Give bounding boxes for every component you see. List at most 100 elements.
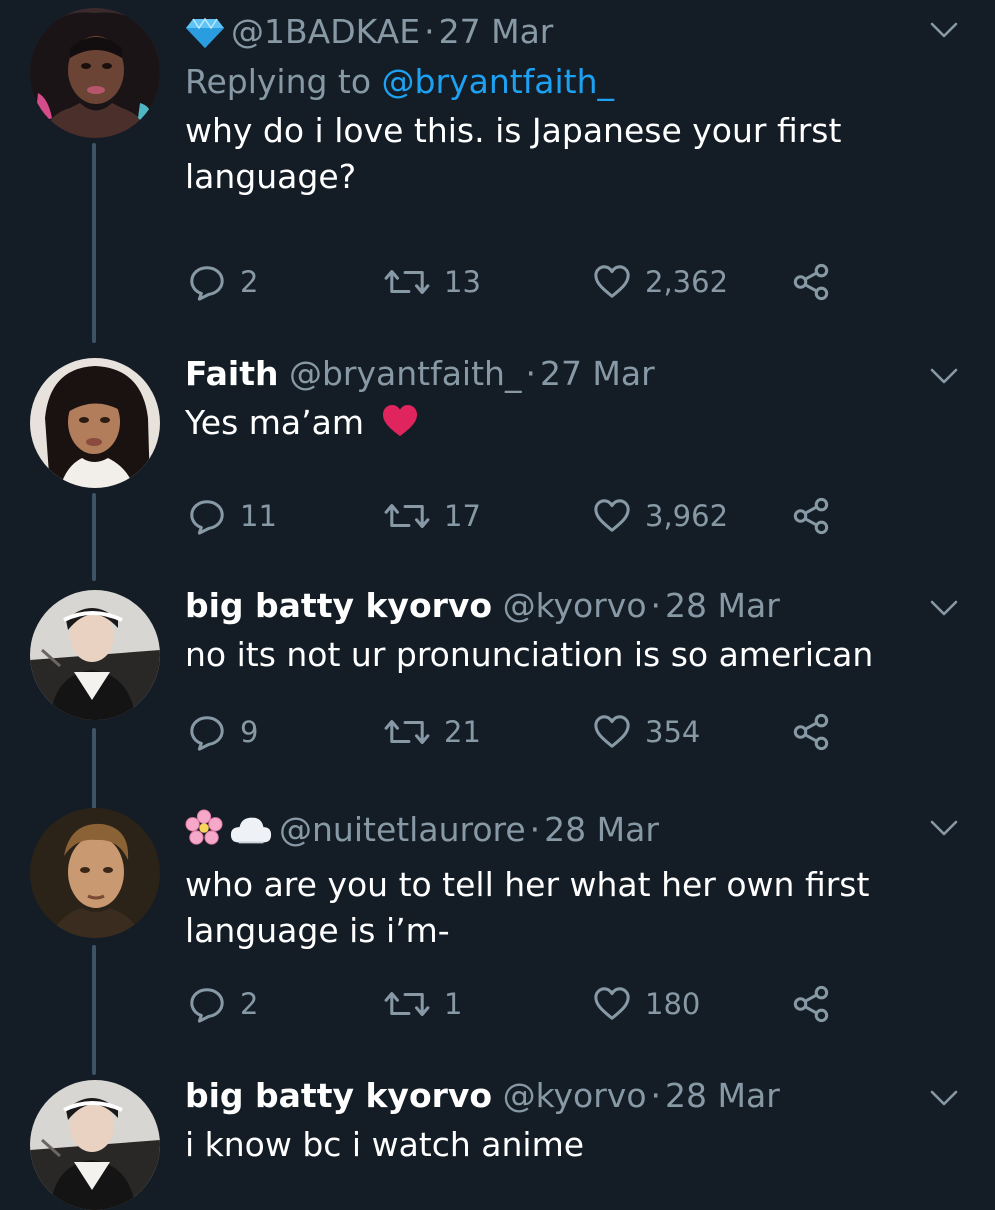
separator-dot: · <box>424 12 435 51</box>
display-name[interactable]: big batty kyorvo <box>185 1076 492 1115</box>
share-button[interactable] <box>792 260 844 304</box>
share-button[interactable] <box>792 710 844 754</box>
reply-count: 2 <box>240 987 259 1021</box>
like-count: 2,362 <box>645 265 729 299</box>
tweet-text-line: who are you to tell her what her own fir… <box>185 865 870 904</box>
tweet-date[interactable]: 27 Mar <box>439 12 554 51</box>
chevron-down-icon[interactable] <box>929 818 959 838</box>
tweet-thread: @1BADKAE · 27 Mar Replying to @bryantfaith… <box>0 0 995 1210</box>
tweet-header: Faith @bryantfaith_ · 27 Mar <box>185 352 915 396</box>
like-button[interactable]: 2,362 <box>593 260 728 304</box>
cherry-blossom-icon <box>185 809 223 858</box>
tweet[interactable]: Faith @bryantfaith_ · 27 Mar Yes ma’am 11 <box>0 350 995 550</box>
retweet-button[interactable]: 21 <box>384 710 481 754</box>
retweet-count: 13 <box>444 265 481 299</box>
chevron-down-icon[interactable] <box>929 598 959 618</box>
tweet-text: no its not ur pronunciation is so americ… <box>185 632 915 678</box>
tweet-text-line: why do i love this. is Japanese your fir… <box>185 111 842 150</box>
reply-count: 9 <box>240 715 259 749</box>
reply-icon <box>188 713 226 751</box>
reply-icon <box>188 497 226 535</box>
tweet-header: big batty kyorvo @kyorvo · 28 Mar <box>185 1074 915 1118</box>
like-button[interactable]: 354 <box>593 710 700 754</box>
retweet-icon <box>384 497 430 535</box>
heart-icon <box>593 263 631 301</box>
reply-icon <box>188 263 226 301</box>
separator-dot: · <box>525 354 536 393</box>
reply-count: 2 <box>240 265 259 299</box>
avatar[interactable] <box>30 590 160 720</box>
retweet-count: 1 <box>444 987 463 1021</box>
tweet-header: big batty kyorvo @kyorvo · 28 Mar <box>185 584 915 628</box>
like-count: 354 <box>645 715 701 749</box>
gem-icon <box>185 16 225 60</box>
display-name[interactable]: big batty kyorvo <box>185 586 492 625</box>
reply-icon <box>188 985 226 1023</box>
retweet-button[interactable]: 1 <box>384 982 462 1026</box>
tweet-actions: 2 1 180 <box>188 982 838 1026</box>
user-handle[interactable]: @1BADKAE <box>231 12 420 51</box>
share-icon <box>792 985 830 1023</box>
mention-link[interactable]: @bryantfaith_ <box>382 62 614 101</box>
heart-icon <box>593 497 631 535</box>
replying-to: Replying to @bryantfaith_ <box>185 60 915 104</box>
share-icon <box>792 713 830 751</box>
retweet-count: 21 <box>444 715 481 749</box>
avatar[interactable] <box>30 808 160 938</box>
reply-button[interactable]: 9 <box>188 710 258 754</box>
tweet-date[interactable]: 28 Mar <box>544 810 659 849</box>
like-count: 180 <box>645 987 701 1021</box>
like-button[interactable]: 180 <box>593 982 700 1026</box>
tweet-actions: 2 13 2,362 <box>188 260 838 304</box>
like-count: 3,962 <box>645 499 729 533</box>
tweet-text: who are you to tell her what her own fir… <box>185 862 915 954</box>
tweet-text-line: language? <box>185 157 357 196</box>
retweet-button[interactable]: 13 <box>384 260 481 304</box>
share-button[interactable] <box>792 494 844 538</box>
retweet-button[interactable]: 17 <box>384 494 481 538</box>
chevron-down-icon[interactable] <box>929 366 959 386</box>
tweet-text: why do i love this. is Japanese your fir… <box>185 108 915 200</box>
tweet[interactable]: big batty kyorvo @kyorvo · 28 Mar no its n… <box>0 580 995 760</box>
cloud-icon <box>229 813 273 858</box>
red-heart-emoji <box>381 404 419 450</box>
user-handle[interactable]: @kyorvo <box>503 1076 647 1115</box>
user-handle[interactable]: @nuitetlaurore <box>279 810 526 849</box>
tweet-text-line: language is i’m- <box>185 911 450 950</box>
separator-dot: · <box>650 1076 662 1115</box>
retweet-icon <box>384 985 430 1023</box>
user-handle[interactable]: @kyorvo <box>503 586 647 625</box>
avatar[interactable] <box>30 1080 160 1210</box>
tweet-date[interactable]: 28 Mar <box>665 1076 780 1115</box>
tweet-text-line: i know bc i watch anime <box>185 1125 585 1164</box>
display-name[interactable]: Faith <box>185 354 278 393</box>
tweet[interactable]: @nuitetlaurore · 28 Mar who are you to tel… <box>0 800 995 1060</box>
chevron-down-icon[interactable] <box>929 1088 959 1108</box>
retweet-count: 17 <box>444 499 481 533</box>
tweet-actions: 11 17 3,962 <box>188 494 838 538</box>
separator-dot: · <box>529 810 541 849</box>
tweet-date[interactable]: 27 Mar <box>540 354 655 393</box>
replying-to-label: Replying to <box>185 62 382 101</box>
retweet-icon <box>384 713 430 751</box>
tweet-header: @1BADKAE · 27 Mar <box>185 10 915 60</box>
share-button[interactable] <box>792 982 844 1026</box>
retweet-icon <box>384 263 430 301</box>
user-handle[interactable]: @bryantfaith_ <box>289 354 521 393</box>
avatar[interactable] <box>30 8 160 138</box>
reply-button[interactable]: 2 <box>188 982 258 1026</box>
tweet[interactable]: @1BADKAE · 27 Mar Replying to @bryantfaith… <box>0 0 995 335</box>
avatar[interactable] <box>30 358 160 488</box>
tweet[interactable]: big batty kyorvo @kyorvo · 28 Mar i know b… <box>0 1070 995 1210</box>
separator-dot: · <box>650 586 662 625</box>
tweet-text: i know bc i watch anime <box>185 1122 915 1168</box>
like-button[interactable]: 3,962 <box>593 494 728 538</box>
tweet-text-line: no its not ur pronunciation is so americ… <box>185 635 874 674</box>
tweet-text: Yes ma’am <box>185 400 915 450</box>
reply-button[interactable]: 11 <box>188 494 277 538</box>
reply-count: 11 <box>240 499 277 533</box>
tweet-date[interactable]: 28 Mar <box>665 586 780 625</box>
chevron-down-icon[interactable] <box>929 20 959 40</box>
heart-icon <box>593 713 631 751</box>
reply-button[interactable]: 2 <box>188 260 258 304</box>
